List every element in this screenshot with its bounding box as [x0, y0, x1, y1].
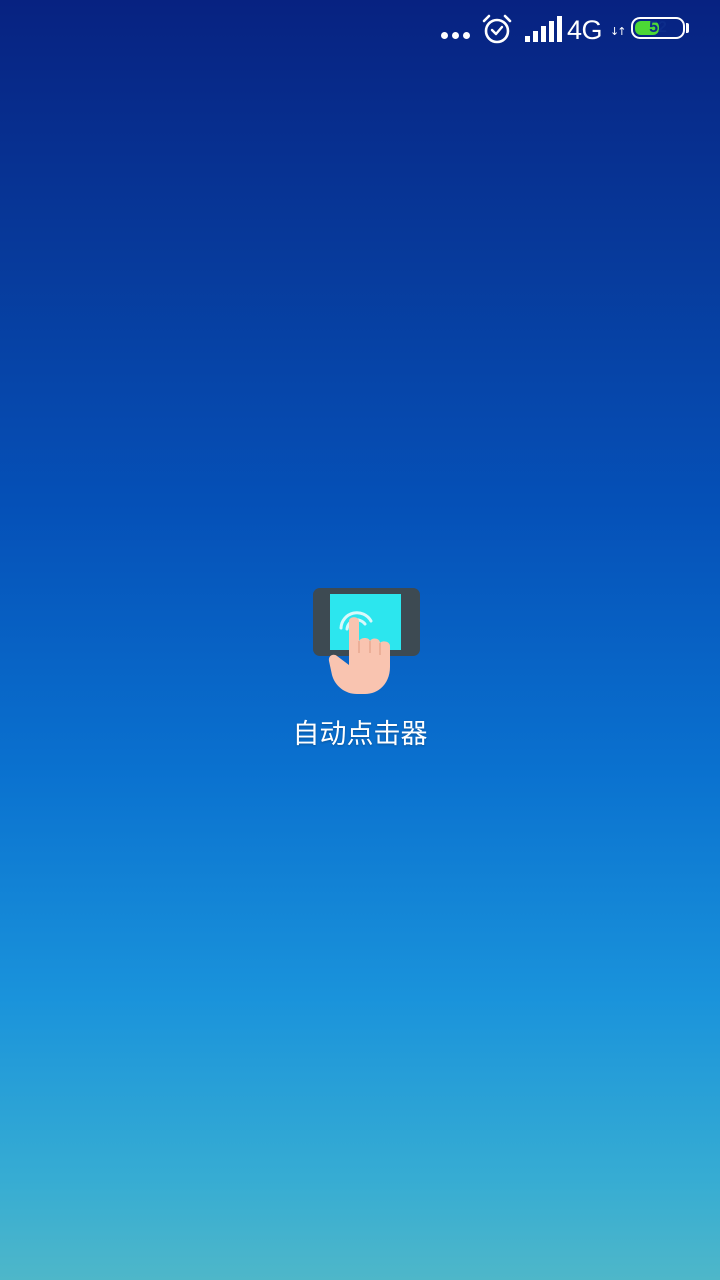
more-dots-icon [441, 32, 470, 39]
alarm-clock-icon [482, 14, 512, 44]
battery-level: 52 [649, 19, 667, 36]
app-label[interactable]: 自动点击器 [0, 715, 720, 755]
battery-tip [686, 23, 689, 33]
status-bar: 4G ↓↑ 52 [0, 0, 720, 58]
network-activity-icon: ↓↑ [610, 25, 627, 38]
auto-clicker-tap-icon[interactable] [305, 583, 425, 698]
signal-bars-icon [525, 16, 562, 42]
network-type: 4G [567, 15, 603, 45]
battery-icon: 52 [631, 17, 685, 39]
